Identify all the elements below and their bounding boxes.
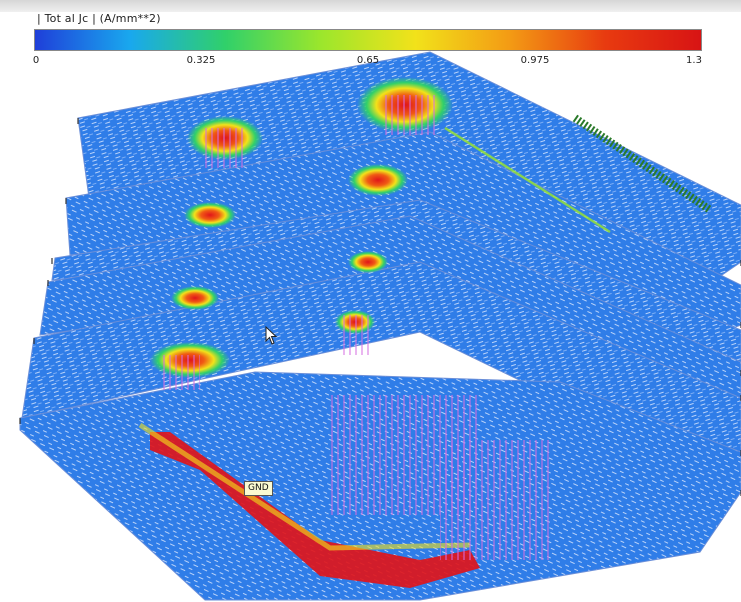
current-hotspot xyxy=(348,164,408,196)
via-array xyxy=(385,95,435,135)
current-hotspot xyxy=(171,286,219,310)
gnd-net-label: GND xyxy=(244,481,273,496)
colorbar-tick-label: 1.3 xyxy=(686,55,702,66)
current-hotspot xyxy=(348,251,388,273)
via-array xyxy=(160,355,200,390)
current-hotspot xyxy=(184,202,236,228)
colorbar-tick-label: 0.65 xyxy=(356,55,380,66)
via-array xyxy=(440,440,550,560)
via-array xyxy=(340,315,370,355)
colorbar-tick-label: 0.975 xyxy=(520,55,550,66)
mouse-cursor-icon xyxy=(265,326,278,345)
colorbar-tick-label: 0.325 xyxy=(186,55,216,66)
field-plot-viewport[interactable] xyxy=(0,0,741,602)
color-scale-bar xyxy=(34,29,702,51)
colorbar-tick-label: 0 xyxy=(32,55,40,66)
legend-title: | Tot al Jc | (A/mm**2) xyxy=(37,12,161,25)
via-array xyxy=(205,128,245,168)
